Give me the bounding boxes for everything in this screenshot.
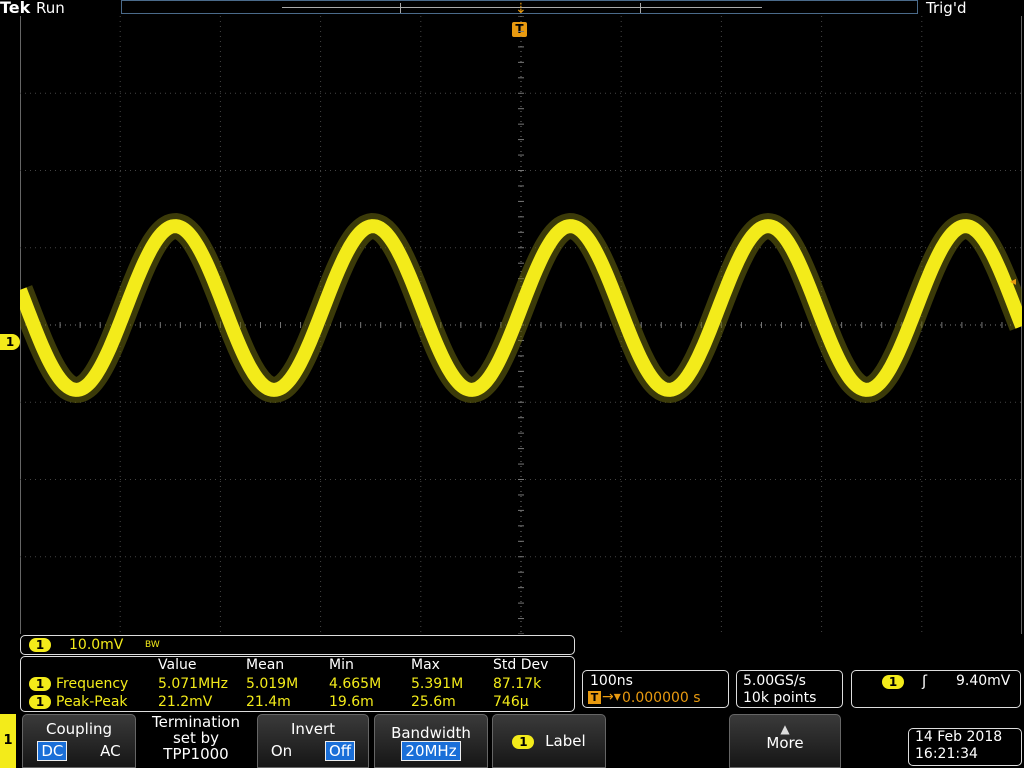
measurement-table[interactable]: Value Mean Min Max Std Dev 1 Frequency 5…: [20, 656, 575, 712]
invert-button[interactable]: Invert On Off: [257, 714, 369, 768]
coupling-label: Coupling: [45, 720, 113, 738]
measurement-max: 5.391M: [411, 676, 464, 692]
label-button-text: Label: [545, 732, 586, 750]
run-status: Run: [36, 0, 65, 17]
brand-logo: Tek: [0, 0, 31, 17]
more-button[interactable]: ▲ More: [729, 714, 841, 768]
record-length: 10k points: [743, 690, 817, 706]
rising-edge-icon: ʃ: [922, 672, 928, 690]
delay-arrow-icon: →▾: [602, 689, 621, 705]
measurement-header-row: Value Mean Min Max Std Dev: [21, 657, 576, 673]
measurement-row: 1 Peak-Peak 21.2mV 21.4m 19.6m 25.6m 746…: [21, 694, 576, 710]
ch1-badge: 1: [882, 675, 904, 689]
ch1-badge: 1: [29, 695, 51, 709]
trigger-level-arrow-icon[interactable]: ◂: [1010, 274, 1016, 288]
coupling-button[interactable]: Coupling DC AC: [22, 714, 136, 768]
measurement-mean: 21.4m: [246, 694, 291, 710]
coupling-dc-option[interactable]: DC: [37, 741, 68, 761]
label-button[interactable]: 1 Label: [492, 714, 606, 768]
coupling-ac-option[interactable]: AC: [100, 742, 120, 760]
bandwidth-value: 20MHz: [401, 741, 461, 761]
measurement-value: 21.2mV: [158, 694, 213, 710]
channel-scale-readout[interactable]: 1 10.0mV BW: [20, 635, 575, 655]
horizontal-delay: 0.000000 s: [622, 690, 701, 706]
horizontal-readout[interactable]: 100ns T →▾ 0.000000 s: [582, 670, 729, 708]
measurement-value: 5.071MHz: [158, 676, 229, 692]
ch1-badge: 1: [29, 638, 51, 652]
graticule: [20, 16, 1022, 634]
bandwidth-label: Bandwidth: [391, 724, 471, 742]
sample-rate: 5.00GS/s: [743, 673, 806, 689]
datetime-display: 14 Feb 2018 16:21:34: [908, 728, 1022, 766]
col-min: Min: [329, 657, 354, 673]
ch1-ground-marker[interactable]: 1: [0, 334, 20, 350]
col-max: Max: [411, 657, 440, 673]
col-value: Value: [158, 657, 197, 673]
trigger-readout[interactable]: 1 ʃ 9.40mV: [851, 670, 1021, 708]
measurement-min: 4.665M: [329, 676, 382, 692]
ch1-waveform: [20, 219, 1022, 397]
trigger-t-icon: T: [588, 691, 601, 704]
termination-line3: TPP1000: [163, 745, 229, 763]
measurement-mean: 5.019M: [246, 676, 299, 692]
termination-info: Termination set by TPP1000: [140, 714, 252, 768]
ch1-menu-tab[interactable]: 1: [0, 714, 16, 768]
volts-per-div: 10.0mV: [69, 637, 124, 653]
bandwidth-button[interactable]: Bandwidth 20MHz: [374, 714, 488, 768]
acquisition-readout[interactable]: 5.00GS/s 10k points: [736, 670, 843, 708]
measurement-min: 19.6m: [329, 694, 374, 710]
col-mean: Mean: [246, 657, 285, 673]
termination-line1: Termination: [152, 713, 240, 731]
trigger-status: Trig'd: [926, 0, 967, 17]
invert-off-option[interactable]: Off: [324, 741, 356, 761]
measurement-stddev: 746µ: [493, 694, 529, 710]
time-per-div: 100ns: [590, 673, 633, 689]
col-stddev: Std Dev: [493, 657, 549, 673]
date: 14 Feb 2018: [915, 729, 1003, 745]
trigger-level: 9.40mV: [956, 673, 1011, 689]
invert-on-option[interactable]: On: [271, 742, 292, 760]
termination-line2: set by: [172, 729, 220, 747]
measurement-stddev: 87.17k: [493, 676, 542, 692]
invert-label: Invert: [290, 720, 336, 738]
ch1-badge: 1: [512, 735, 535, 749]
ch1-badge: 1: [29, 677, 51, 691]
bandwidth-limit-icon: BW: [145, 640, 160, 650]
trigger-position-arrow-icon: ⇣: [515, 1, 527, 17]
more-label: More: [766, 734, 804, 752]
up-arrow-icon: ▲: [780, 722, 790, 736]
measurement-max: 25.6m: [411, 694, 456, 710]
measurement-name: Frequency: [56, 676, 129, 692]
measurement-row: 1 Frequency 5.071MHz 5.019M 4.665M 5.391…: [21, 676, 576, 692]
measurement-name: Peak-Peak: [56, 694, 128, 710]
time: 16:21:34: [915, 746, 978, 762]
